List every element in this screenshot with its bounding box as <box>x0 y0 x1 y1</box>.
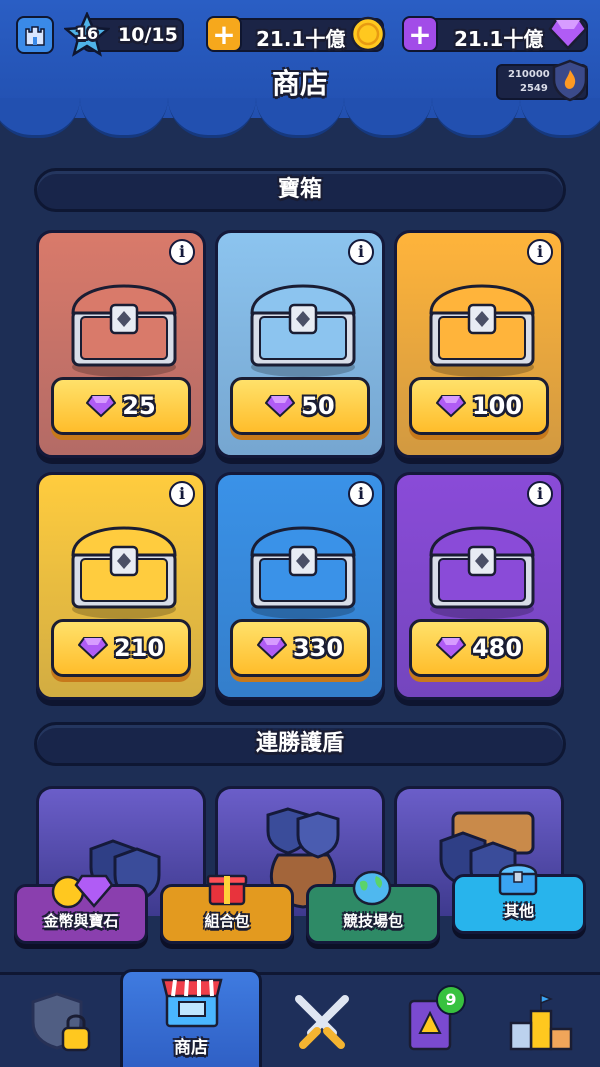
nav-shop-label: 商店 <box>174 1038 208 1058</box>
chest-price: 100 <box>471 392 523 420</box>
chests-section-title: 寶箱 <box>34 168 566 212</box>
chest-price: 50 <box>301 392 335 420</box>
header-scallop-edge <box>0 98 600 138</box>
shield-flame-icon <box>552 59 588 102</box>
bottom-nav: 商店 9 <box>0 969 600 1067</box>
trophy-primary: 210000 <box>508 69 550 80</box>
book-notification-badge: 9 <box>436 985 466 1015</box>
nav-leaderboard[interactable] <box>480 975 600 1067</box>
nav-shop[interactable]: 商店 <box>120 969 262 1067</box>
chest-price: 210 <box>113 634 165 662</box>
chest-card[interactable]: i 25 <box>36 230 206 458</box>
podium-icon <box>509 993 573 1050</box>
chest-price: 480 <box>471 634 523 662</box>
gem-icon <box>256 637 287 660</box>
chest-buy-button[interactable]: 50 <box>230 377 370 435</box>
chest-card[interactable]: i 330 <box>215 472 385 700</box>
shop-stall-icon <box>161 978 223 1028</box>
add-gems-button[interactable]: + <box>402 16 438 52</box>
gem-icon <box>435 637 466 660</box>
coin-amount: 21.1十億 <box>256 27 346 51</box>
chest-card[interactable]: i 100 <box>394 230 564 458</box>
chest-buy-button[interactable]: 330 <box>230 619 370 677</box>
chest-buy-button[interactable]: 25 <box>51 377 191 435</box>
shields-section-title: 連勝護盾 <box>34 722 566 766</box>
gem-amount: 21.1十億 <box>454 27 544 51</box>
chest-price: 25 <box>122 392 156 420</box>
gift-icon <box>206 874 248 906</box>
castle-button[interactable] <box>16 16 54 54</box>
locked-shield-icon <box>31 991 91 1051</box>
category-arena-pack-label: 競技場包 <box>342 912 403 930</box>
category-other-label: 其他 <box>503 902 534 920</box>
chest-card[interactable]: i 210 <box>36 472 206 700</box>
nav-battle[interactable] <box>262 975 382 1067</box>
chest-card[interactable]: i 50 <box>215 230 385 458</box>
chest-card[interactable]: i 480 <box>394 472 564 700</box>
gem-icon <box>265 395 296 418</box>
chest-icon <box>71 284 177 377</box>
chest-price: 330 <box>292 634 344 662</box>
add-coins-button[interactable]: + <box>206 16 242 52</box>
nav-clan[interactable] <box>0 975 120 1067</box>
gem-icon <box>86 395 117 418</box>
arena-globe-icon <box>352 870 392 906</box>
coin-icon <box>350 16 386 52</box>
blue-chest-icon <box>498 863 538 896</box>
chest-buy-button[interactable]: 480 <box>409 619 549 677</box>
crossed-swords-icon <box>295 994 349 1049</box>
xp-progress-text: 10/15 <box>118 24 178 46</box>
gem-icon <box>435 395 466 418</box>
chest-icon <box>429 526 535 619</box>
trophy-secondary: 2549 <box>520 83 548 94</box>
category-coins-gems-label: 金幣與寶石 <box>43 912 119 930</box>
chest-buy-button[interactable]: 100 <box>409 377 549 435</box>
coins-gems-icon <box>51 874 114 909</box>
category-bundle-label: 組合包 <box>204 912 250 930</box>
chest-buy-button[interactable]: 210 <box>51 619 191 677</box>
player-level: 16 <box>75 24 99 43</box>
chest-icon <box>250 526 356 619</box>
chest-icon <box>429 284 535 377</box>
nav-book[interactable]: 9 <box>370 975 490 1067</box>
gem-icon <box>77 637 108 660</box>
gem-icon <box>548 18 588 50</box>
castle-icon <box>25 26 45 46</box>
chest-icon <box>250 284 356 377</box>
chest-icon <box>71 526 177 619</box>
